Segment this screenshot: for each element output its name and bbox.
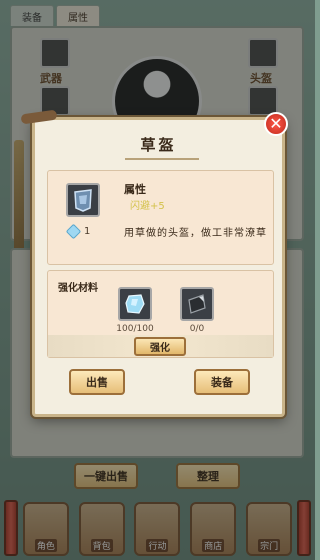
dialog-title: 草盔: [140, 136, 177, 154]
item-description: 用草做的头盔，做工非常潦草: [124, 228, 267, 239]
iron-icon[interactable]: [180, 287, 214, 321]
material-count: 0/0: [189, 324, 205, 334]
close-icon[interactable]: ✕: [264, 112, 288, 136]
attr-title: 属性: [124, 183, 146, 196]
crystal-icon[interactable]: [118, 287, 152, 321]
gem-count: 1: [84, 226, 91, 237]
title-divider: [125, 158, 199, 160]
item-info-box: 1 属性 闪避+5 用草做的头盔，做工非常潦草: [47, 170, 274, 265]
helmet-glyph: [74, 189, 92, 212]
materials-box: 强化材料 100/100 0/0 强化: [47, 270, 274, 358]
attr-value: 闪避+5: [130, 201, 165, 212]
helmet-icon: [66, 183, 100, 217]
gem-icon: [65, 223, 82, 240]
enhance-button[interactable]: 强化: [134, 337, 186, 356]
equip-button[interactable]: 装备: [194, 369, 250, 395]
sell-button[interactable]: 出售: [69, 369, 125, 395]
enhance-bar: 强化: [48, 335, 273, 357]
crystal-glyph: [125, 294, 145, 314]
iron-glyph: [188, 294, 206, 314]
material-count: 100/100: [116, 324, 154, 334]
materials-title: 强化材料: [58, 283, 98, 294]
gem-line: 1: [65, 223, 91, 240]
item-detail-dialog: 草盔 ✕ 1 属性 闪避+5 用草做的头盔，做工非常潦草 强化材料 100/10…: [32, 112, 288, 417]
